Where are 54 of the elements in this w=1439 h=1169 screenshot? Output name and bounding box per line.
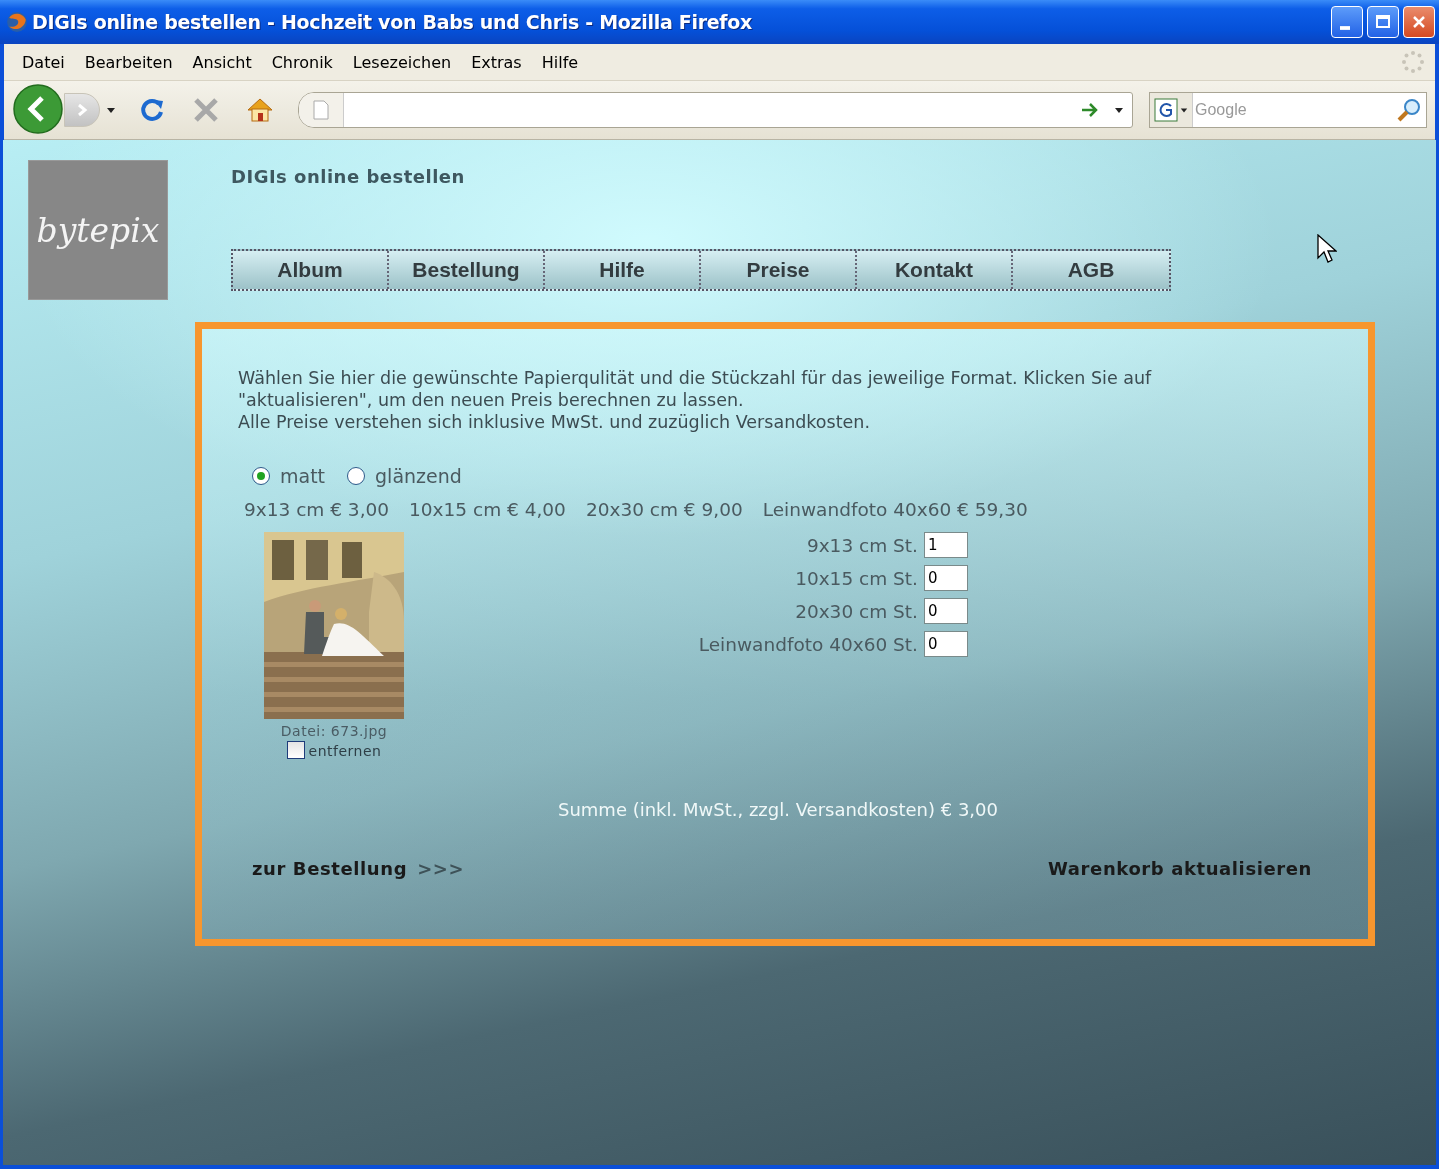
instruction-text: Alle Preise verstehen sich inklusive MwSt. und zuzüglich Versandkosten. [238,411,871,433]
order-link[interactable]: zur Bestellung [252,858,408,879]
menu-item[interactable]: Chronik [261,50,343,74]
quantity-field[interactable]: 1 [924,532,968,558]
search-engine-button[interactable] [1150,93,1193,127]
radio-label: matt [280,465,326,487]
nav-tab[interactable]: Album [233,251,389,289]
instruction-text: Wählen Sie hier die gewünschte Papierqulität und die Stückzahl für das jeweilige Format. Klicken Sie auf "aktualisieren", um den neuen Preis berechnen zu lassen. [238,367,1153,411]
nav-tab[interactable]: Hilfe [545,251,701,289]
remove-label: entfernen [308,743,382,759]
minimize-button[interactable] [1331,6,1363,38]
total-sum: Summe (inkl. MwSt., zzgl. Versandkosten) € 3,00 [558,799,998,820]
remove-checkbox[interactable] [286,741,305,759]
price-text: Leinwandfoto 40x60 € 59,30 [762,499,1028,520]
quantity-label: Leinwandfoto 40x60 St. [698,633,918,655]
maximize-button[interactable] [1367,6,1399,38]
quantity-field[interactable]: 0 [924,598,968,624]
mouse-pointer-icon [1317,234,1337,264]
nav-tab[interactable]: Bestellung [389,251,545,289]
window-title: DIGIs online bestellen - Hochzeit von Babs und Chris - Mozilla Firefox [32,11,754,33]
quantity-field[interactable]: 0 [924,565,968,591]
file-name: Datei: 673.jpg [280,723,388,739]
search-field[interactable]: Google [1149,92,1427,128]
menu-item[interactable]: Extras [461,50,532,74]
radio-button[interactable] [347,467,366,485]
quantity-label: 10x15 cm St. [795,567,918,589]
page-heading: DIGIs online bestellen [231,166,466,187]
radio-button[interactable] [252,467,270,485]
nav-tab[interactable]: Preise [701,251,857,289]
search-icon[interactable] [1396,97,1422,123]
nav-tab[interactable]: AGB [1013,251,1169,289]
price-text: 20x30 cm € 9,00 [585,499,743,520]
minimize-icon [1340,26,1350,30]
caret-icon [1180,106,1188,114]
loading-spinner-icon [1401,50,1425,74]
page-icon [313,100,329,120]
menu-item[interactable]: Ansicht [182,50,262,74]
browser-logo-icon [6,11,28,33]
quantity-label: 9x13 cm St. [806,534,918,556]
dropdown-caret-icon[interactable] [1114,105,1124,115]
back-button[interactable] [12,84,64,136]
radio-label: glänzend [375,465,462,487]
price-text: 9x13 cm € 3,00 [244,499,390,520]
quantity-label: 20x30 cm St. [795,600,918,622]
update-cart-link[interactable]: Warenkorb aktualisieren [1048,858,1312,879]
menu-item[interactable]: Lesezeichen [342,50,462,74]
menu-item[interactable]: Hilfe [531,50,589,74]
price-text: 10x15 cm € 4,00 [409,499,566,520]
nav-tab[interactable]: Kontakt [857,251,1013,289]
quantity-field[interactable]: 0 [924,631,968,657]
arrows-text: >>> [417,858,465,879]
menu-item[interactable]: Datei [12,50,75,74]
close-button[interactable] [1403,6,1435,38]
menu-item[interactable]: Bearbeiten [74,50,183,74]
